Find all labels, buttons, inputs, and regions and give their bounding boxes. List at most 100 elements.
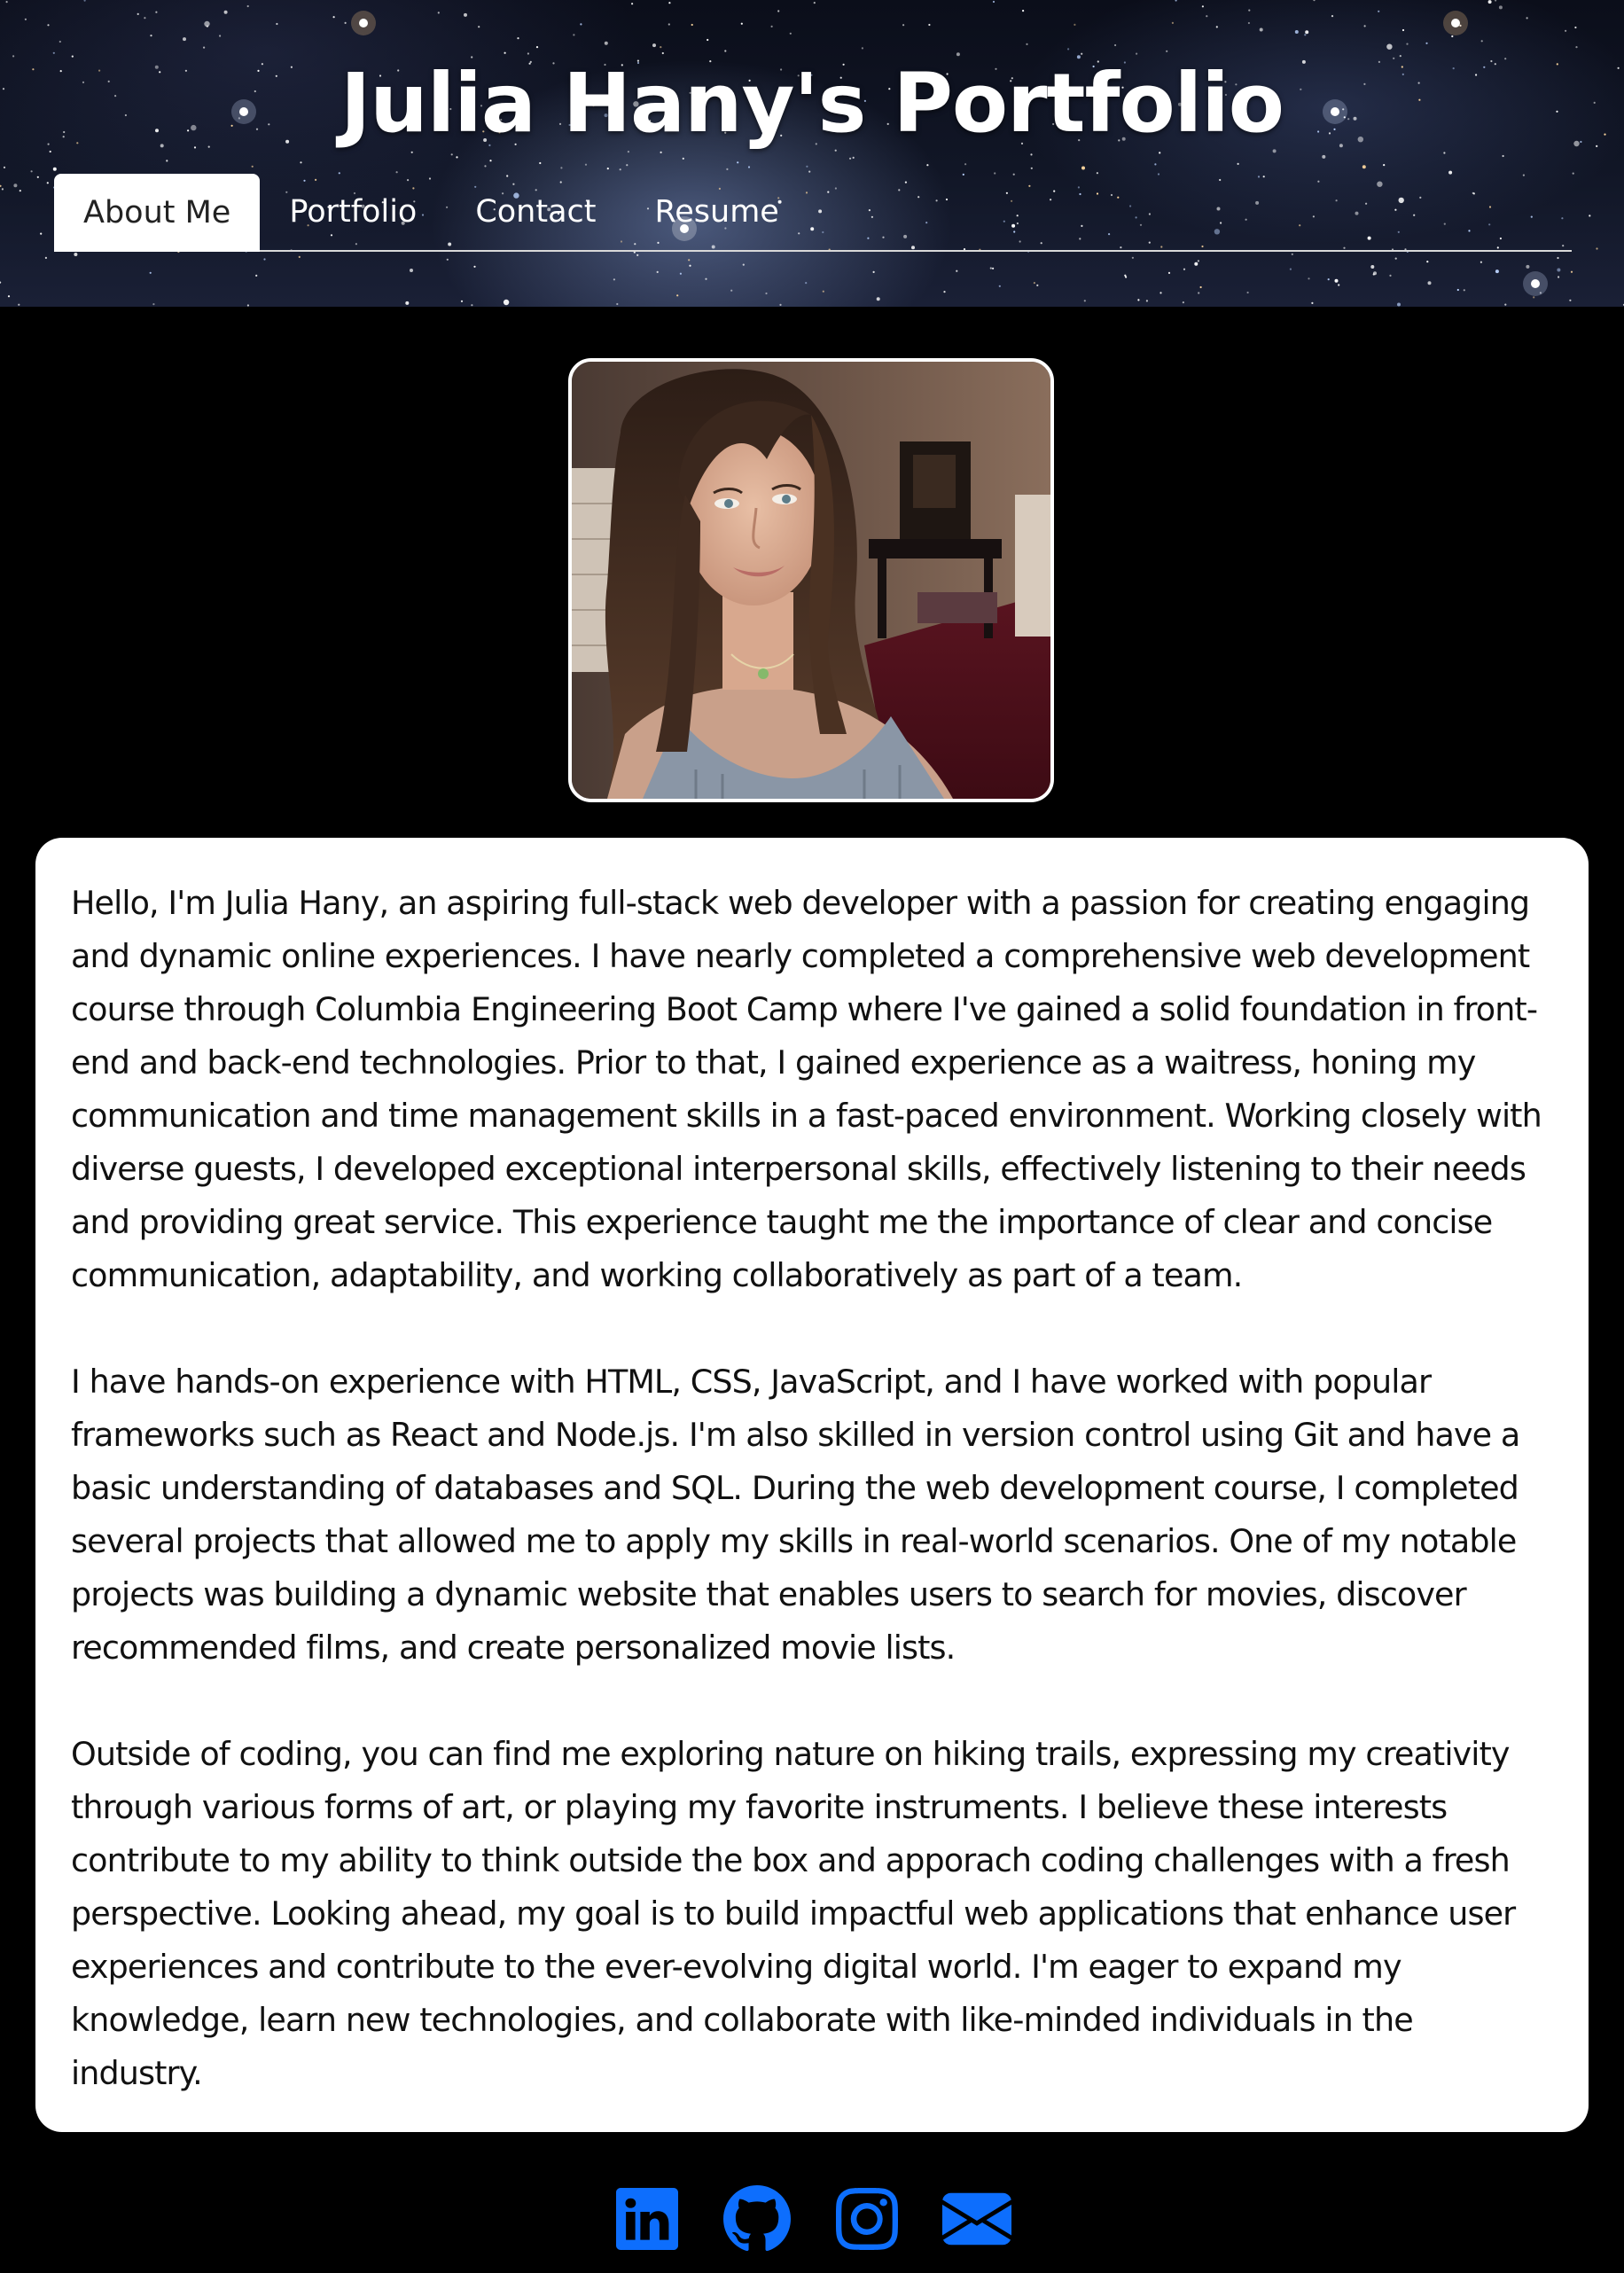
star xyxy=(504,51,506,54)
star xyxy=(1167,271,1171,274)
star xyxy=(1596,247,1598,250)
star xyxy=(1565,29,1567,32)
star xyxy=(1362,165,1366,169)
star xyxy=(806,165,808,168)
tab-contact-label: Contact xyxy=(475,194,597,230)
star xyxy=(1557,256,1559,260)
star xyxy=(1589,215,1591,217)
bright-star xyxy=(1531,279,1540,288)
star xyxy=(660,151,662,153)
star xyxy=(0,184,2,187)
tab-portfolio[interactable]: Portfolio xyxy=(260,174,446,250)
star xyxy=(206,25,208,27)
star xyxy=(203,46,206,49)
star xyxy=(813,1,816,4)
star xyxy=(251,165,254,168)
star xyxy=(7,295,11,298)
star xyxy=(1022,10,1025,12)
star xyxy=(3,166,6,168)
star xyxy=(849,157,852,160)
star xyxy=(149,271,152,274)
star xyxy=(1572,172,1574,175)
star xyxy=(742,263,745,266)
star xyxy=(49,150,51,153)
star xyxy=(246,304,249,307)
star xyxy=(1480,261,1482,263)
github-link[interactable] xyxy=(722,2184,792,2253)
star xyxy=(1363,25,1366,27)
star xyxy=(740,22,743,25)
email-link[interactable] xyxy=(942,2184,1011,2253)
star xyxy=(1372,273,1375,276)
star xyxy=(1036,284,1039,286)
tab-contact[interactable]: Contact xyxy=(446,174,625,250)
star xyxy=(943,291,946,293)
star xyxy=(619,168,621,171)
star xyxy=(789,32,792,35)
star xyxy=(1159,292,1162,294)
star xyxy=(0,281,2,284)
star xyxy=(74,253,78,256)
star xyxy=(183,37,186,42)
star xyxy=(1456,288,1459,292)
star xyxy=(688,259,691,262)
star xyxy=(747,166,751,168)
star xyxy=(779,303,782,306)
profile-photo-image xyxy=(572,362,1050,799)
star xyxy=(12,55,15,58)
star xyxy=(964,163,967,166)
star xyxy=(1425,42,1428,44)
star xyxy=(1574,26,1577,29)
star xyxy=(1197,260,1199,262)
star xyxy=(580,23,582,26)
star xyxy=(59,40,61,43)
star xyxy=(1294,30,1299,34)
star xyxy=(1331,15,1334,18)
star xyxy=(152,303,155,306)
star xyxy=(332,16,335,19)
star xyxy=(1096,172,1098,175)
star xyxy=(928,23,931,27)
star xyxy=(1259,27,1263,32)
about-me-card: Hello, I'm Julia Hany, an aspiring full-… xyxy=(35,838,1589,2132)
about-paragraph-2: I have hands-on experience with HTML, CS… xyxy=(71,1363,1520,1667)
tab-about-me[interactable]: About Me xyxy=(54,174,261,252)
star xyxy=(998,285,1001,287)
star xyxy=(872,270,875,273)
star xyxy=(573,34,575,36)
star xyxy=(1305,30,1309,35)
star xyxy=(1463,289,1465,292)
star xyxy=(1067,48,1070,51)
star xyxy=(71,55,74,58)
star xyxy=(1304,34,1307,36)
star xyxy=(1136,52,1138,55)
linkedin-link[interactable] xyxy=(613,2184,682,2253)
star xyxy=(1480,40,1483,43)
instagram-link[interactable] xyxy=(832,2184,902,2253)
star xyxy=(616,302,619,306)
star xyxy=(40,232,43,235)
star xyxy=(52,167,57,171)
star xyxy=(822,290,824,293)
email-icon xyxy=(942,2192,1011,2246)
star xyxy=(1383,164,1386,167)
star xyxy=(737,161,739,164)
star xyxy=(765,292,768,295)
star xyxy=(902,24,905,27)
star xyxy=(1378,10,1380,12)
star xyxy=(437,12,440,14)
tab-resume[interactable]: Resume xyxy=(626,174,808,250)
star xyxy=(30,170,33,173)
star xyxy=(517,37,519,40)
star xyxy=(994,172,996,175)
star xyxy=(668,23,670,26)
linkedin-icon xyxy=(616,2188,678,2250)
star xyxy=(636,254,639,256)
star xyxy=(1033,282,1035,285)
star xyxy=(298,255,301,258)
star xyxy=(1311,301,1314,304)
star xyxy=(137,12,139,15)
star xyxy=(1557,268,1561,272)
star xyxy=(1495,269,1499,274)
star xyxy=(460,300,464,302)
